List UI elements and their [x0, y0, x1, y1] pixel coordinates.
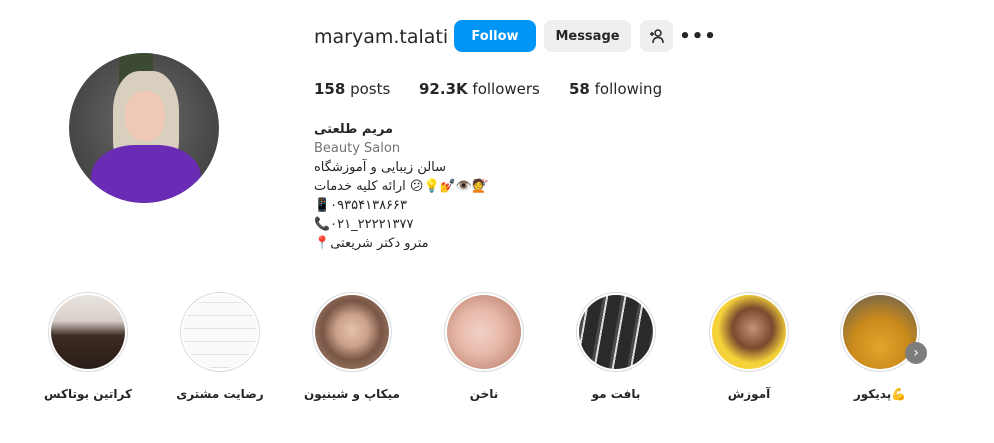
highlight-training[interactable]: آموزش — [694, 292, 804, 402]
more-options-icon: ••• — [679, 25, 717, 47]
highlight-cover-ring — [576, 292, 656, 372]
posts-count: 158 — [314, 80, 346, 98]
highlight-keratin-botox[interactable]: کراتین بوتاکس — [33, 292, 143, 402]
highlight-customer-reviews[interactable]: رضایت مشتری — [165, 292, 275, 402]
chevron-right-icon: › — [913, 345, 919, 361]
profile-avatar[interactable] — [69, 53, 219, 203]
bio-line-location: 📍مترو دکتر شریعتی — [314, 236, 429, 251]
highlights-next-button[interactable]: › — [905, 342, 927, 364]
followers-count: 92.3K — [419, 80, 468, 98]
following-label: following — [594, 80, 663, 98]
highlight-makeup-updo[interactable]: میکاپ و شینیون — [297, 292, 407, 402]
highlight-nails[interactable]: ناخن — [429, 292, 539, 402]
avatar-purple-hoodie — [91, 145, 201, 203]
highlight-cover-ring — [444, 292, 524, 372]
highlight-cover-image — [315, 295, 389, 369]
bio-line-mobile: 📱۰۹۳۵۴۱۳۸۶۶۳ — [314, 198, 407, 213]
highlight-cover-image — [712, 295, 786, 369]
highlight-cover-image — [447, 295, 521, 369]
bio-line-phone: 📞۰۲۱_۲۲۲۲۱۳۷۷ — [314, 217, 414, 232]
following-count: 58 — [569, 80, 590, 98]
highlight-label: آموزش — [727, 387, 771, 401]
highlight-cover-image — [579, 295, 653, 369]
posts-label: posts — [350, 80, 391, 98]
story-highlights: پدیکور💪 آموزش بافت مو ناخن میکاپ و شینیو… — [0, 292, 994, 422]
bio-line-salon: سالن زیبایی و آموزشگاه — [314, 160, 447, 175]
profile-bio: مریم طلعتی Beauty Salon سالن زیبایی و آم… — [314, 120, 614, 253]
highlight-cover-image — [183, 295, 257, 369]
follow-button[interactable]: Follow — [454, 20, 536, 52]
highlight-label: رضایت مشتری — [176, 387, 264, 401]
bio-full-name: مریم طلعتی — [314, 122, 394, 137]
highlight-cover-ring — [180, 292, 260, 372]
highlight-cover-ring — [312, 292, 392, 372]
avatar-face — [125, 91, 165, 141]
highlight-cover-ring — [48, 292, 128, 372]
more-options-button[interactable]: ••• — [679, 20, 716, 52]
suggested-users-button[interactable] — [640, 20, 673, 52]
highlight-cover-ring — [709, 292, 789, 372]
add-user-icon — [649, 29, 664, 44]
bio-category: Beauty Salon — [314, 141, 401, 156]
highlight-hair-weave[interactable]: بافت مو — [561, 292, 671, 402]
highlight-label: بافت مو — [591, 387, 641, 401]
highlight-label: میکاپ و شینیون — [304, 387, 400, 401]
message-button[interactable]: Message — [544, 20, 631, 52]
posts-stat: 158 posts — [314, 80, 390, 98]
highlight-cover-image — [51, 295, 125, 369]
bio-line-services: ارائه کلیه خدمات 😕💡💅👁️💇 — [314, 179, 489, 194]
profile-username: maryam.talati — [314, 26, 449, 48]
following-stat[interactable]: 58 following — [569, 80, 662, 98]
highlight-label: پدیکور💪 — [853, 387, 907, 401]
highlight-label: کراتین بوتاکس — [44, 387, 132, 401]
highlight-label: ناخن — [469, 387, 499, 401]
followers-label: followers — [472, 80, 540, 98]
followers-stat[interactable]: 92.3K followers — [419, 80, 540, 98]
